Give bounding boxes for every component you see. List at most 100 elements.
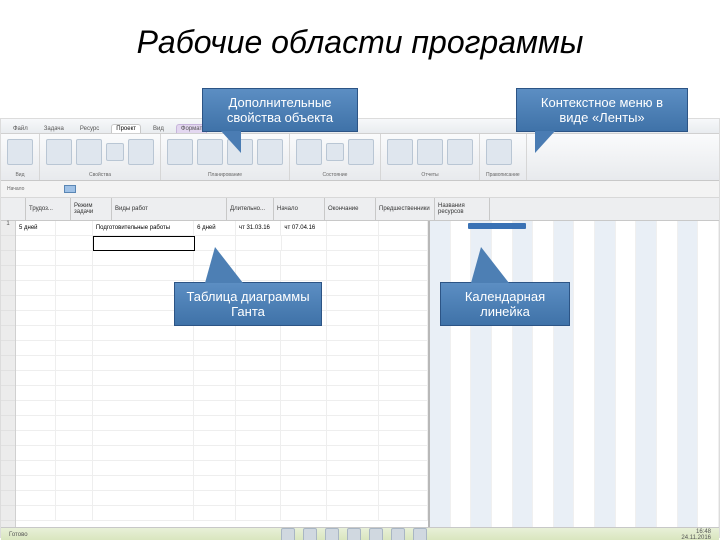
- table-cell[interactable]: [16, 446, 56, 460]
- table-cell[interactable]: [281, 326, 326, 340]
- table-cell[interactable]: [281, 371, 326, 385]
- table-cell[interactable]: [236, 431, 281, 445]
- table-cell[interactable]: [93, 251, 194, 265]
- taskbar-icon[interactable]: [413, 528, 427, 540]
- table-cell[interactable]: [327, 386, 379, 400]
- ribbon-icon[interactable]: [387, 139, 413, 165]
- table-cell[interactable]: [16, 506, 56, 520]
- taskbar-icon[interactable]: [347, 528, 361, 540]
- table-cell[interactable]: [281, 461, 326, 475]
- ribbon-icon[interactable]: [417, 139, 443, 165]
- table-cell[interactable]: [379, 296, 428, 310]
- gantt-task-bar[interactable]: [468, 223, 526, 229]
- table-cell[interactable]: [16, 296, 56, 310]
- table-cell[interactable]: [281, 416, 326, 430]
- table-cell[interactable]: [236, 326, 281, 340]
- table-cell[interactable]: [281, 491, 326, 505]
- table-cell[interactable]: [56, 311, 93, 325]
- tab-project[interactable]: Проект: [111, 124, 141, 133]
- ribbon-icon[interactable]: [167, 139, 193, 165]
- column-header[interactable]: Окончание: [325, 198, 376, 220]
- table-cell[interactable]: [327, 371, 379, 385]
- table-cell[interactable]: [194, 476, 236, 490]
- table-cell[interactable]: [16, 341, 56, 355]
- column-header[interactable]: Названия ресурсов: [435, 198, 490, 220]
- table-cell[interactable]: 6 дней: [194, 221, 236, 235]
- table-cell[interactable]: [236, 476, 281, 490]
- table-cell[interactable]: [56, 446, 93, 460]
- table-cell[interactable]: [56, 431, 93, 445]
- table-cell[interactable]: [93, 266, 194, 280]
- table-cell[interactable]: [93, 416, 194, 430]
- table-cell[interactable]: [379, 461, 428, 475]
- column-header[interactable]: Трудоз...: [26, 198, 71, 220]
- ribbon-icon[interactable]: [486, 139, 512, 165]
- table-cell[interactable]: [236, 341, 281, 355]
- table-cell[interactable]: [56, 221, 93, 235]
- table-cell[interactable]: [16, 416, 56, 430]
- table-cell[interactable]: [194, 416, 236, 430]
- tab-task[interactable]: Задача: [40, 125, 68, 133]
- table-cell[interactable]: [93, 446, 194, 460]
- column-header[interactable]: Виды работ: [112, 198, 227, 220]
- table-cell[interactable]: [236, 356, 281, 370]
- table-cell[interactable]: [56, 326, 93, 340]
- table-cell[interactable]: [16, 266, 56, 280]
- table-cell[interactable]: [56, 371, 93, 385]
- table-cell[interactable]: [379, 221, 428, 235]
- table-cell[interactable]: [56, 266, 93, 280]
- table-cell[interactable]: чт 07.04.16: [281, 221, 326, 235]
- table-cell[interactable]: [327, 251, 379, 265]
- table-cell[interactable]: [16, 371, 56, 385]
- ribbon-icon[interactable]: [46, 139, 72, 165]
- table-cell[interactable]: [379, 341, 428, 355]
- ribbon-icon[interactable]: [348, 139, 374, 165]
- table-cell[interactable]: [93, 476, 194, 490]
- taskbar-icon[interactable]: [325, 528, 339, 540]
- ribbon-icon[interactable]: [7, 139, 33, 165]
- table-cell[interactable]: [281, 356, 326, 370]
- table-cell[interactable]: [194, 491, 236, 505]
- table-cell[interactable]: [194, 446, 236, 460]
- table-cell[interactable]: [194, 386, 236, 400]
- table-cell[interactable]: [194, 506, 236, 520]
- table-cell[interactable]: [281, 266, 326, 280]
- taskbar-icon[interactable]: [369, 528, 383, 540]
- ribbon-icon[interactable]: [296, 139, 322, 165]
- table-cell[interactable]: [56, 386, 93, 400]
- table-cell[interactable]: [327, 221, 379, 235]
- table-cell[interactable]: [93, 341, 194, 355]
- table-cell[interactable]: [56, 236, 93, 250]
- table-cell[interactable]: [327, 356, 379, 370]
- ribbon-icon[interactable]: [76, 139, 102, 165]
- table-cell[interactable]: [379, 476, 428, 490]
- table-cell[interactable]: [16, 311, 56, 325]
- table-cell[interactable]: [56, 356, 93, 370]
- table-cell[interactable]: [281, 476, 326, 490]
- table-cell[interactable]: [56, 296, 93, 310]
- table-cell[interactable]: [93, 386, 194, 400]
- table-cell[interactable]: [327, 431, 379, 445]
- table-cell[interactable]: [327, 326, 379, 340]
- ribbon-icon[interactable]: [447, 139, 473, 165]
- table-cell[interactable]: [236, 386, 281, 400]
- table-cell[interactable]: [327, 476, 379, 490]
- table-cell[interactable]: [327, 311, 379, 325]
- table-cell[interactable]: [16, 476, 56, 490]
- table-cell[interactable]: [56, 506, 93, 520]
- taskbar-icon[interactable]: [391, 528, 405, 540]
- ribbon-icon[interactable]: [106, 143, 124, 161]
- table-cell[interactable]: [194, 326, 236, 340]
- table-cell[interactable]: [379, 416, 428, 430]
- tab-resource[interactable]: Ресурс: [76, 125, 103, 133]
- table-cell[interactable]: [379, 266, 428, 280]
- table-cell[interactable]: [56, 341, 93, 355]
- table-cell[interactable]: [93, 326, 194, 340]
- table-cell[interactable]: [327, 416, 379, 430]
- table-cell[interactable]: [93, 506, 194, 520]
- table-cell[interactable]: [16, 281, 56, 295]
- table-cell[interactable]: [56, 416, 93, 430]
- table-cell[interactable]: [16, 251, 56, 265]
- table-cell[interactable]: [16, 461, 56, 475]
- table-cell[interactable]: [194, 356, 236, 370]
